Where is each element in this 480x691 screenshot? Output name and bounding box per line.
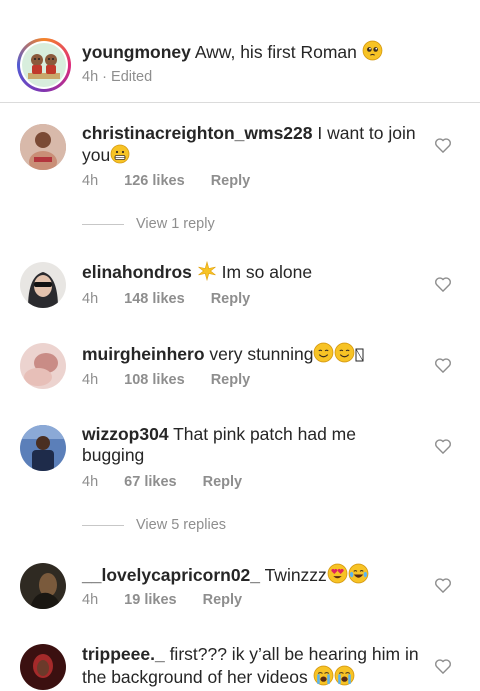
smiling-face-icon	[313, 342, 334, 368]
comment-text: very stunning	[209, 344, 314, 364]
view-replies-button[interactable]: View 5 replies	[82, 517, 226, 533]
comment-meta: 4h 126 likes Reply	[82, 173, 250, 189]
heart-outline-icon[interactable]	[433, 575, 453, 595]
caption-time: 4h	[82, 69, 99, 85]
likes-count[interactable]: 67 likes	[124, 474, 176, 490]
reply-button[interactable]: Reply	[211, 372, 251, 388]
comment-text-block: __lovelycapricorn02_ Twinzzz	[82, 563, 420, 589]
comment-avatar[interactable]	[20, 343, 66, 389]
sparkle-icon	[197, 260, 217, 286]
comment-meta: 4h 108 likes Reply	[82, 372, 250, 388]
comment-text-block: elinahondros Im so alone	[82, 260, 420, 286]
loudly-crying-icon	[334, 665, 355, 691]
heart-outline-icon[interactable]	[433, 355, 453, 375]
heart-outline-icon[interactable]	[433, 656, 453, 676]
caption-meta: 4h · Edited	[82, 69, 152, 85]
heart-outline-icon[interactable]	[433, 436, 453, 456]
comment-username[interactable]: muirgheinhero	[82, 344, 205, 364]
meta-separator: ·	[102, 69, 108, 85]
view-replies-button[interactable]: View 1 reply	[82, 216, 215, 232]
reply-button[interactable]: Reply	[203, 592, 243, 608]
edited-label: Edited	[111, 69, 153, 85]
caption-text: Aww, his first Roman	[194, 42, 357, 62]
replies-divider-line	[82, 524, 124, 526]
comment-avatar[interactable]	[20, 563, 66, 609]
likes-count[interactable]: 108 likes	[124, 372, 184, 388]
comment-text: Im so alone	[221, 262, 313, 282]
missing-glyph-icon	[355, 347, 364, 368]
tears-of-joy-icon	[348, 563, 369, 589]
view-replies-label: View 1 reply	[136, 216, 215, 232]
reply-button[interactable]: Reply	[211, 173, 251, 189]
comment-text: Twinzzz	[264, 565, 327, 585]
comment-time: 4h	[82, 372, 99, 388]
grimacing-face-icon	[110, 144, 130, 169]
comment-avatar[interactable]	[20, 124, 66, 170]
comment-avatar[interactable]	[20, 262, 66, 308]
heart-outline-icon[interactable]	[433, 274, 453, 294]
comment-time: 4h	[82, 291, 99, 307]
comment-avatar[interactable]	[20, 644, 66, 690]
view-replies-label: View 5 replies	[136, 517, 227, 533]
likes-count[interactable]: 19 likes	[124, 592, 176, 608]
comment-text-block: muirgheinhero very stunning	[82, 342, 420, 368]
comment-text-block: wizzop304 That pink patch had me bugging	[82, 424, 420, 466]
comment-meta: 4h 19 likes Reply	[82, 592, 242, 608]
comment-time: 4h	[82, 474, 99, 490]
post-caption: youngmoney Aww, his first Roman 4h · Edi…	[0, 0, 480, 103]
comment-username[interactable]: trippeee._	[82, 644, 165, 664]
likes-count[interactable]: 148 likes	[124, 291, 184, 307]
heart-outline-icon[interactable]	[433, 135, 453, 155]
reply-button[interactable]: Reply	[211, 291, 251, 307]
comment-text-block: christinacreighton_wms228 I want to join…	[82, 123, 420, 169]
caption-avatar[interactable]	[17, 38, 71, 92]
comment-avatar[interactable]	[20, 425, 66, 471]
comment-username[interactable]: wizzop304	[82, 424, 169, 444]
comment-username[interactable]: __lovelycapricorn02_	[82, 565, 260, 585]
comment-text-block: trippeee._ first??? ik y’all be hearing …	[82, 644, 420, 691]
comment-username[interactable]: elinahondros	[82, 262, 192, 282]
comment-time: 4h	[82, 592, 99, 608]
likes-count[interactable]: 126 likes	[124, 173, 184, 189]
replies-divider-line	[82, 223, 124, 225]
caption-username[interactable]: youngmoney	[82, 42, 191, 62]
loudly-crying-icon	[313, 665, 334, 691]
heart-eyes-icon	[327, 563, 348, 589]
comment-username[interactable]: christinacreighton_wms228	[82, 123, 313, 143]
reply-button[interactable]: Reply	[203, 474, 243, 490]
caption-avatar-image	[22, 43, 66, 87]
comment-meta: 4h 148 likes Reply	[82, 291, 250, 307]
comment-meta: 4h 67 likes Reply	[82, 474, 242, 490]
pleading-face-icon	[362, 40, 383, 66]
smiling-face-icon	[334, 342, 355, 368]
comment-time: 4h	[82, 173, 99, 189]
